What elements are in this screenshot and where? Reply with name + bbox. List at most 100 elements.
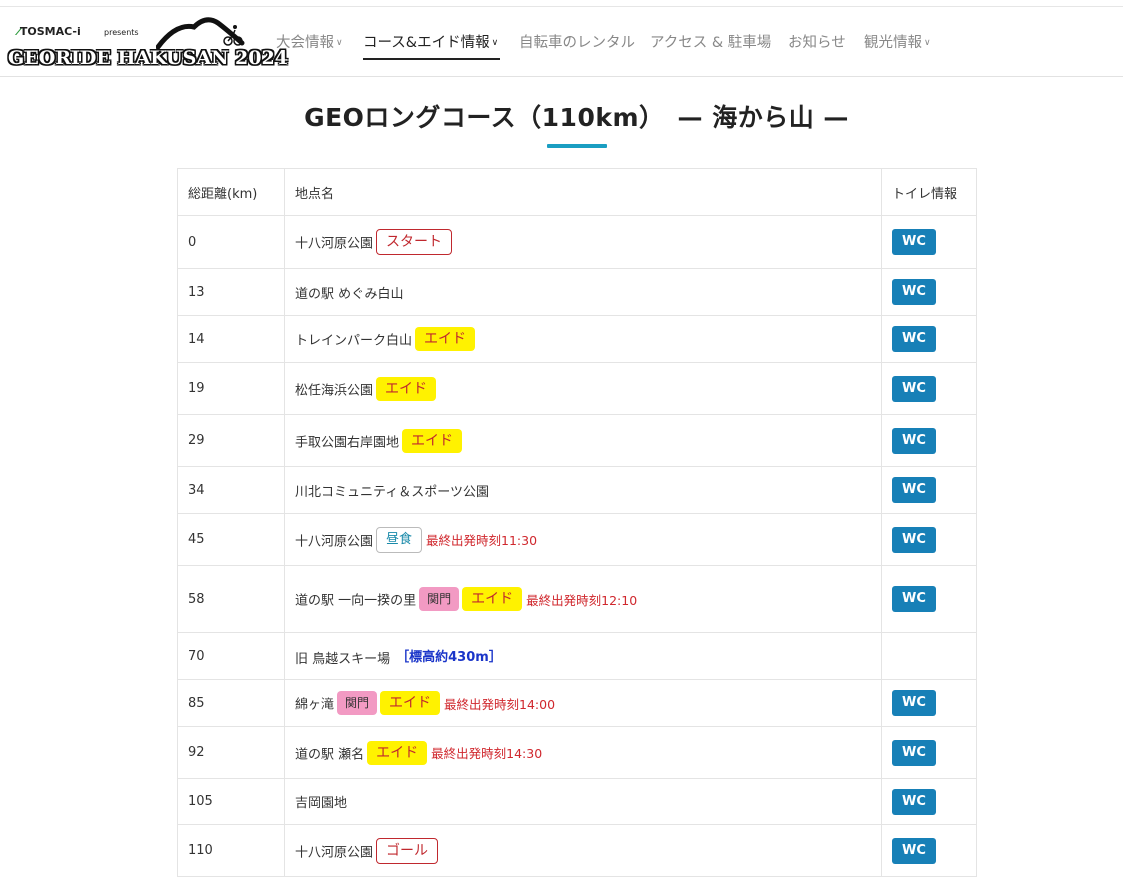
location-cell: 松任海浜公園 エイド [284,362,882,415]
distance-cell: 92 [177,726,285,779]
wc-button[interactable]: WC [892,586,936,612]
location-name: 道の駅 瀬名 [295,747,365,762]
aid-badge: エイド [462,587,523,611]
last-departure-time: 最終出発時刻14:30 [431,746,543,761]
location-name: 綿ヶ滝 [295,697,335,713]
chevron-down-icon: ∨ [491,38,499,48]
distance-cell: 0 [177,215,285,269]
location-name: 旧 鳥越スキー場 [295,651,391,667]
wc-button[interactable]: WC [892,690,936,716]
last-departure-time: 最終出発時刻12:10 [526,592,638,608]
location-cell: 綿ヶ滝 関門 エイド 最終出発時刻14:00 [284,679,882,727]
nav-item-news[interactable]: お知らせ [788,31,846,52]
page-title: GEOロングコース（110km） — 海から山 — [304,103,849,132]
lunch-badge: 昼食 [376,526,423,553]
goal-badge: ゴール [376,837,439,864]
column-header-location: 地点名 [284,168,882,216]
gate-badge: 関門 [419,587,460,611]
toilet-cell: WC [881,268,977,316]
table-header-row: 総距離(km) 地点名 トイレ情報 [177,168,977,216]
chevron-down-icon: ∨ [924,38,931,48]
wc-button[interactable]: WC [892,477,936,503]
course-table: 総距離(km) 地点名 トイレ情報 0 十八河原公園 スタート WC 13 道の駅 めぐみ… [177,168,977,877]
location-name: 松任海浜公園 [295,383,374,398]
toilet-cell: WC [881,726,977,779]
event-logo[interactable]: ⁄TOSMAC-i presents GEORIDE HAKUSAN 2024 [6,13,288,73]
table-row: 0 十八河原公園 スタート WC [177,215,977,269]
nav-item-bike-rental[interactable]: 自転車のレンタル [519,31,635,52]
toilet-cell: WC [881,315,977,363]
distance-cell: 110 [177,824,285,877]
location-name: 十八河原公園 [295,845,374,860]
wc-button[interactable]: WC [892,427,936,454]
aid-badge: エイド [415,327,476,351]
table-row: 13 道の駅 めぐみ白山 WC [177,268,977,316]
nav-item-course-aid-info[interactable]: コース&エイド情報 ∨ [363,31,498,52]
table-row: 110 十八河原公園 ゴール WC [177,824,977,877]
nav-label: 自転車のレンタル [519,35,635,51]
chevron-down-icon: ∨ [336,38,343,48]
table-row: 19 松任海浜公園 エイド WC [177,362,977,415]
table-row: 58 道の駅 一向一揆の里 関門 エイド 最終出発時刻12:10 WC [177,565,977,633]
wc-button[interactable]: WC [892,279,936,305]
distance-cell: 58 [177,565,285,633]
nav-label: お知らせ [788,35,846,51]
event-name: GEORIDE HAKUSAN 2024 [8,47,288,69]
table-row: 34 川北コミュニティ＆スポーツ公園 WC [177,466,977,514]
distance-cell: 45 [177,513,285,566]
location-name: 十八河原公園 [295,534,374,549]
distance-cell: 34 [177,466,285,514]
wc-button[interactable]: WC [892,837,936,864]
nav-item-access-parking[interactable]: アクセス & 駐車場 [650,31,771,52]
presents-label: presents [104,28,139,37]
location-name: 十八河原公園 [295,236,374,252]
toilet-cell: WC [881,466,977,514]
toilet-cell: WC [881,362,977,415]
sponsor-name: TOSMAC-i [19,25,81,38]
distance-cell: 29 [177,414,285,467]
distance-cell: 13 [177,268,285,316]
toilet-cell: WC [881,778,977,825]
aid-badge: エイド [402,428,463,453]
last-departure-time: 最終出発時刻11:30 [426,533,538,548]
location-cell: 旧 鳥越スキー場 ［標高約430m］ [284,632,882,680]
table-row: 29 手取公園右岸園地 エイド WC [177,414,977,467]
aid-badge: エイド [367,740,428,765]
location-cell: 吉岡園地 [284,778,882,825]
column-header-toilet: トイレ情報 [881,168,977,216]
wc-button[interactable]: WC [892,788,936,815]
nav-label: アクセス & 駐車場 [650,35,772,51]
wc-button[interactable]: WC [892,326,936,352]
location-cell: 手取公園右岸園地 エイド [284,414,882,467]
location-name: トレインパーク白山 [295,333,413,349]
site-header: ⁄TOSMAC-i presents GEORIDE HAKUSAN 2024 … [0,7,1123,77]
mountain-cyclist-icon [156,17,245,49]
aid-badge: エイド [380,691,441,715]
table-row: 14 トレインパーク白山 エイド WC [177,315,977,363]
table-row: 85 綿ヶ滝 関門 エイド 最終出発時刻14:00 WC [177,679,977,727]
distance-cell: 19 [177,362,285,415]
table-row: 70 旧 鳥越スキー場 ［標高約430m］ [177,632,977,680]
table-row: 105 吉岡園地 WC [177,778,977,825]
location-cell: 道の駅 一向一揆の里 関門 エイド 最終出発時刻12:10 [284,565,882,633]
table-row: 45 十八河原公園 昼食 最終出発時刻11:30 WC [177,513,977,566]
toilet-cell: WC [881,215,977,269]
active-nav-underline [363,58,500,60]
distance-cell: 105 [177,778,285,825]
nav-label: コース&エイド情報 [363,35,490,51]
toilet-cell: WC [881,679,977,727]
nav-item-tournament-info[interactable]: 大会情報 ∨ [276,31,343,52]
wc-button[interactable]: WC [892,739,936,766]
toilet-cell: WC [881,565,977,633]
wc-button[interactable]: WC [892,229,936,255]
location-cell: 十八河原公園 昼食 最終出発時刻11:30 [284,513,882,566]
nav-label: 大会情報 [276,35,334,51]
distance-cell: 14 [177,315,285,363]
nav-label: 観光情報 [864,35,922,51]
wc-button[interactable]: WC [892,526,936,553]
sponsor-logo: ⁄TOSMAC-i [18,25,81,38]
start-badge: スタート [376,229,453,255]
nav-item-sightseeing[interactable]: 観光情報 ∨ [864,31,931,52]
location-name: 道の駅 めぐみ白山 [295,286,404,302]
wc-button[interactable]: WC [892,375,936,402]
